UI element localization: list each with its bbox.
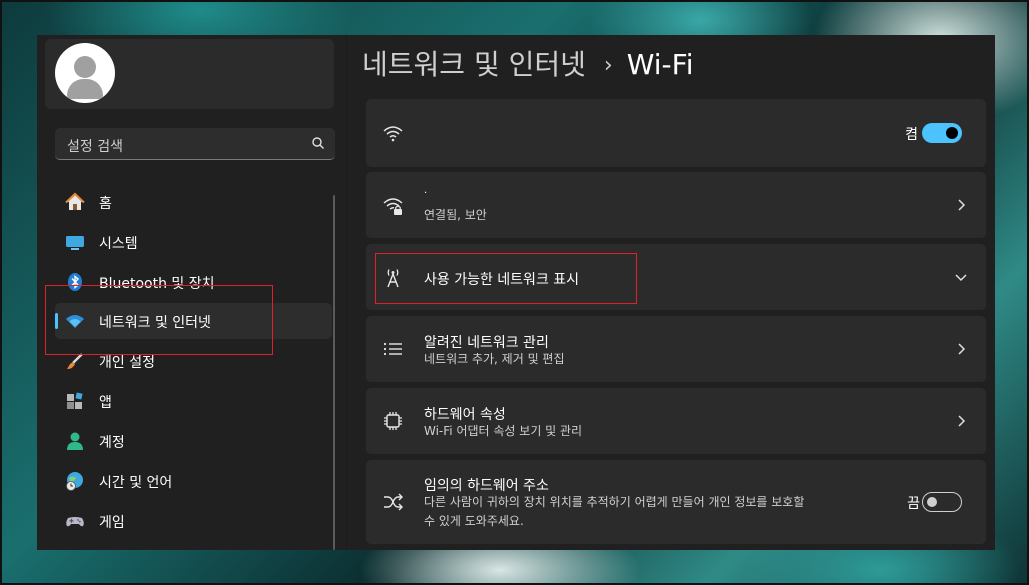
chevron-right-icon xyxy=(958,343,966,355)
search-icon[interactable] xyxy=(311,136,325,150)
user-profile-card[interactable] xyxy=(45,39,334,109)
sidebar-item-gaming[interactable]: 게임 xyxy=(55,503,332,539)
bluetooth-icon xyxy=(68,273,82,291)
sidebar-item-label: 네트워크 및 인터넷 xyxy=(99,315,211,331)
sidebar-item-label: 시스템 xyxy=(99,236,138,252)
wifi-state-label: 켬 xyxy=(905,127,918,143)
shuffle-icon xyxy=(384,493,403,511)
sidebar-item-home[interactable]: 홈 xyxy=(55,184,332,220)
sidebar-item-time-language[interactable]: 시간 및 언어 xyxy=(55,463,332,499)
active-indicator xyxy=(55,313,58,329)
gamepad-icon xyxy=(66,517,84,527)
sidebar-divider xyxy=(346,35,347,550)
sidebar-item-label: 개인 설정 xyxy=(99,355,155,371)
sidebar-item-label: Bluetooth 및 장치 xyxy=(99,276,215,292)
random-hw-title: 임의의 하드웨어 주소 xyxy=(424,478,549,494)
wifi-icon xyxy=(66,315,84,328)
random-hardware-address-card[interactable]: 임의의 하드웨어 주소 다른 사람이 귀하의 장치 위치를 추적하기 어렵게 만… xyxy=(366,460,986,544)
page-title: Wi-Fi xyxy=(626,48,694,81)
chevron-down-icon[interactable] xyxy=(954,270,968,284)
network-name: · xyxy=(424,188,428,199)
home-icon xyxy=(65,192,85,210)
account-icon xyxy=(67,432,83,450)
random-hw-subtitle-line2: 수 있게 도와주세요. xyxy=(424,514,524,528)
hardware-title: 하드웨어 속성 xyxy=(424,407,506,423)
wifi-toggle-card[interactable]: 켬 xyxy=(366,99,986,167)
random-hw-toggle[interactable] xyxy=(922,492,962,512)
sidebar-item-label: 게임 xyxy=(99,515,125,531)
wifi-icon xyxy=(383,126,403,142)
antenna-icon xyxy=(387,269,399,288)
chip-icon xyxy=(384,412,402,430)
avatar[interactable] xyxy=(55,43,115,103)
sidebar-scrollbar[interactable] xyxy=(333,195,335,550)
globe-clock-icon xyxy=(66,472,83,491)
settings-window: 설정 검색 홈 시스템 Bluetooth 및 장치 네트워크 및 인터넷 개인… xyxy=(37,35,995,550)
breadcrumb-separator: › xyxy=(603,53,613,78)
breadcrumb: 네트워크 및 인터넷 › Wi-Fi xyxy=(362,43,694,83)
known-networks-title: 알려진 네트워크 관리 xyxy=(424,335,549,351)
known-networks-card[interactable]: 알려진 네트워크 관리 네트워크 추가, 제거 및 편집 xyxy=(366,316,986,382)
sidebar-item-label: 앱 xyxy=(99,395,112,411)
random-hw-subtitle-line1: 다른 사람이 귀하의 장치 위치를 추적하기 어렵게 만들어 개인 정보를 보호… xyxy=(424,495,805,509)
apps-icon xyxy=(67,392,83,409)
sidebar-item-accounts[interactable]: 계정 xyxy=(55,423,332,459)
network-status: 연결됨, 보안 xyxy=(424,208,487,222)
settings-search-input[interactable]: 설정 검색 xyxy=(55,128,335,160)
brush-icon xyxy=(67,353,83,369)
sidebar-item-label: 계정 xyxy=(99,435,125,451)
system-icon xyxy=(66,236,84,250)
sidebar-item-apps[interactable]: 앱 xyxy=(55,383,332,419)
sidebar-item-label: 시간 및 언어 xyxy=(99,475,173,491)
sidebar-item-label: 홈 xyxy=(99,196,112,212)
sidebar-item-personalization[interactable]: 개인 설정 xyxy=(55,343,332,379)
known-networks-subtitle: 네트워크 추가, 제거 및 편집 xyxy=(424,352,565,366)
chevron-right-icon xyxy=(958,199,966,211)
list-icon xyxy=(383,342,402,356)
chevron-right-icon xyxy=(958,415,966,427)
random-hw-state-label: 끔 xyxy=(907,496,920,512)
breadcrumb-parent[interactable]: 네트워크 및 인터넷 xyxy=(362,48,586,81)
wifi-toggle[interactable] xyxy=(922,123,962,143)
search-placeholder: 설정 검색 xyxy=(67,139,123,155)
show-networks-label: 사용 가능한 네트워크 표시 xyxy=(424,272,580,288)
show-networks-card[interactable]: 사용 가능한 네트워크 표시 xyxy=(366,244,986,310)
wifi-secure-icon xyxy=(383,198,403,215)
sidebar-item-system[interactable]: 시스템 xyxy=(55,224,332,260)
sidebar-item-network[interactable]: 네트워크 및 인터넷 xyxy=(55,303,332,339)
hardware-subtitle: Wi-Fi 어댑터 속성 보기 및 관리 xyxy=(424,424,583,438)
hardware-properties-card[interactable]: 하드웨어 속성 Wi-Fi 어댑터 속성 보기 및 관리 xyxy=(366,388,986,454)
sidebar-item-bluetooth[interactable]: Bluetooth 및 장치 xyxy=(55,264,332,300)
connected-network-card[interactable]: · 연결됨, 보안 xyxy=(366,172,986,238)
